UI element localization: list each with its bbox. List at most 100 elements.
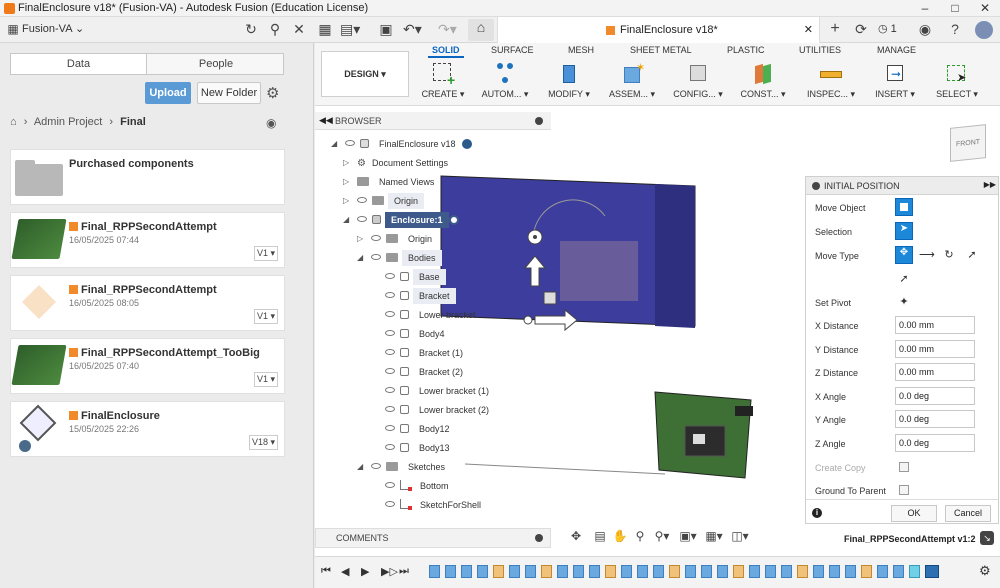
search-icon[interactable]: ⚲ xyxy=(266,21,284,37)
list-item[interactable]: Purchased components xyxy=(10,149,285,205)
close-tab-icon[interactable]: ✕ xyxy=(804,23,813,36)
expand-dialog-icon[interactable]: ▶▶ xyxy=(984,180,996,189)
visibility-icon[interactable] xyxy=(385,273,395,279)
visibility-icon[interactable] xyxy=(385,501,395,507)
globe-icon[interactable]: ◉ xyxy=(266,116,276,130)
browser-node-document-settings[interactable]: ▷ ⚙ Document Settings xyxy=(343,155,454,171)
configure-tool[interactable]: CONFIG... ▾ xyxy=(670,61,726,105)
new-folder-button[interactable]: New Folder xyxy=(197,82,261,104)
point-to-point-button[interactable]: ➚ xyxy=(965,248,979,262)
visibility-icon[interactable] xyxy=(357,216,367,222)
list-item[interactable]: Final_RPPSecondAttempt_TooBig 16/05/2025… xyxy=(10,338,285,394)
y-distance-input[interactable]: 0.00 mm xyxy=(895,340,975,358)
assemble-tool[interactable]: ✶ ASSEM... ▾ xyxy=(604,61,660,105)
construct-tool[interactable]: CONST... ▾ xyxy=(735,61,791,105)
x-distance-input[interactable]: 0.00 mm xyxy=(895,316,975,334)
version-dropdown[interactable]: V1 ▾ xyxy=(253,372,278,387)
browser-node-named-views[interactable]: ▷ Named Views xyxy=(343,174,440,190)
tab-manage[interactable]: MANAGE xyxy=(877,45,916,55)
browser-node-sketches[interactable]: ◢ Sketches xyxy=(357,459,451,475)
activate-icon[interactable] xyxy=(461,139,472,149)
viewports-icon[interactable]: ◫▾ xyxy=(731,528,749,544)
visibility-icon[interactable] xyxy=(357,197,367,203)
browser-minimize-icon[interactable] xyxy=(535,117,543,125)
browser-node-enclosure[interactable]: ◢ Enclosure:1 xyxy=(343,212,459,228)
browser-node-body[interactable]: Lower bracket xyxy=(385,307,482,323)
timeline-feature[interactable] xyxy=(541,565,552,578)
rotate-button[interactable]: ↻ xyxy=(942,248,956,262)
browser-node-body[interactable]: Body12 xyxy=(385,421,456,437)
gear-icon[interactable]: ⚙ xyxy=(266,84,279,102)
timeline-feature[interactable] xyxy=(749,565,760,578)
zoom-icon[interactable]: ⚲ xyxy=(631,528,649,544)
visibility-icon[interactable] xyxy=(385,292,395,298)
browser-root-node[interactable]: ◢ FinalEnclosure v18 xyxy=(331,136,472,152)
tab-plastic[interactable]: PLASTIC xyxy=(727,45,765,55)
timeline-feature[interactable] xyxy=(493,565,504,578)
view-cube[interactable]: FRONT xyxy=(950,124,986,162)
timeline-feature[interactable] xyxy=(893,565,904,578)
go-to-start-button[interactable]: ⏮ xyxy=(321,565,331,578)
visibility-icon[interactable] xyxy=(385,330,395,336)
timeline-feature[interactable] xyxy=(797,565,808,578)
close-panel-icon[interactable]: ✕ xyxy=(290,21,308,37)
activate-icon[interactable] xyxy=(448,215,459,225)
timeline-feature[interactable] xyxy=(653,565,664,578)
timeline-feature[interactable] xyxy=(525,565,536,578)
tab-solid[interactable]: SOLID xyxy=(428,45,463,58)
document-tab[interactable]: FinalEnclosure v18* ✕ xyxy=(497,17,820,43)
browser-node-body[interactable]: Bracket xyxy=(385,288,456,304)
timeline-feature[interactable] xyxy=(669,565,680,578)
refresh-icon[interactable]: ↻ xyxy=(242,21,260,37)
tab-people[interactable]: People xyxy=(148,54,284,74)
browser-node-body[interactable]: Base xyxy=(385,269,446,285)
minimize-button[interactable]: – xyxy=(910,0,940,17)
version-dropdown[interactable]: V18 ▾ xyxy=(248,435,278,450)
create-tool[interactable]: + CREATE ▾ xyxy=(415,61,471,105)
step-forward-button[interactable]: ▶▷ xyxy=(381,565,398,578)
breadcrumb-final[interactable]: Final xyxy=(120,116,146,128)
visibility-icon[interactable] xyxy=(385,349,395,355)
timeline-feature[interactable] xyxy=(637,565,648,578)
browser-node-sketch[interactable]: SketchForShell xyxy=(385,497,487,513)
timeline-feature[interactable] xyxy=(621,565,632,578)
create-copy-checkbox[interactable] xyxy=(899,462,909,472)
visibility-icon[interactable] xyxy=(385,387,395,393)
comments-panel[interactable]: COMMENTS xyxy=(315,528,551,548)
tab-surface[interactable]: SURFACE xyxy=(491,45,534,55)
timeline-feature[interactable] xyxy=(765,565,776,578)
visibility-icon[interactable] xyxy=(371,254,381,260)
visibility-icon[interactable] xyxy=(345,140,355,146)
timeline-feature[interactable] xyxy=(845,565,856,578)
comments-toggle-icon[interactable] xyxy=(535,534,543,542)
z-distance-input[interactable]: 0.00 mm xyxy=(895,363,975,381)
browser-node-body[interactable]: Body4 xyxy=(385,326,451,342)
timeline-feature[interactable] xyxy=(685,565,696,578)
browser-node-sketch[interactable]: Bottom xyxy=(385,478,455,494)
timeline-feature[interactable] xyxy=(509,565,520,578)
timeline-feature[interactable] xyxy=(445,565,456,578)
set-pivot-button[interactable]: ✦ xyxy=(897,295,911,309)
automate-tool[interactable]: AUTOM... ▾ xyxy=(477,61,533,105)
play-button[interactable]: ▶ xyxy=(361,565,369,578)
timeline-feature[interactable] xyxy=(477,565,488,578)
visibility-icon[interactable] xyxy=(371,463,381,469)
timeline-feature[interactable] xyxy=(557,565,568,578)
version-dropdown[interactable]: V1 ▾ xyxy=(253,309,278,324)
visibility-icon[interactable] xyxy=(371,235,381,241)
design-workspace-dropdown[interactable]: DESIGN ▾ xyxy=(321,51,409,97)
y-angle-input[interactable]: 0.0 deg xyxy=(895,410,975,428)
visibility-icon[interactable] xyxy=(385,368,395,374)
list-item[interactable]: Final_RPPSecondAttempt 16/05/2025 07:44 … xyxy=(10,212,285,268)
collapse-panel-icon[interactable]: ◀◀ xyxy=(319,115,333,126)
exit-component-icon[interactable]: ↘ xyxy=(980,531,994,545)
timeline-feature[interactable] xyxy=(701,565,712,578)
timeline-feature[interactable] xyxy=(573,565,584,578)
modify-tool[interactable]: MODIFY ▾ xyxy=(541,61,597,105)
cancel-button[interactable]: Cancel xyxy=(945,505,991,522)
timeline-feature[interactable] xyxy=(717,565,728,578)
ok-button[interactable]: OK xyxy=(891,505,937,522)
grid-settings-icon[interactable]: ▦▾ xyxy=(705,528,723,544)
visibility-icon[interactable] xyxy=(385,482,395,488)
timeline-marker[interactable] xyxy=(925,565,939,578)
